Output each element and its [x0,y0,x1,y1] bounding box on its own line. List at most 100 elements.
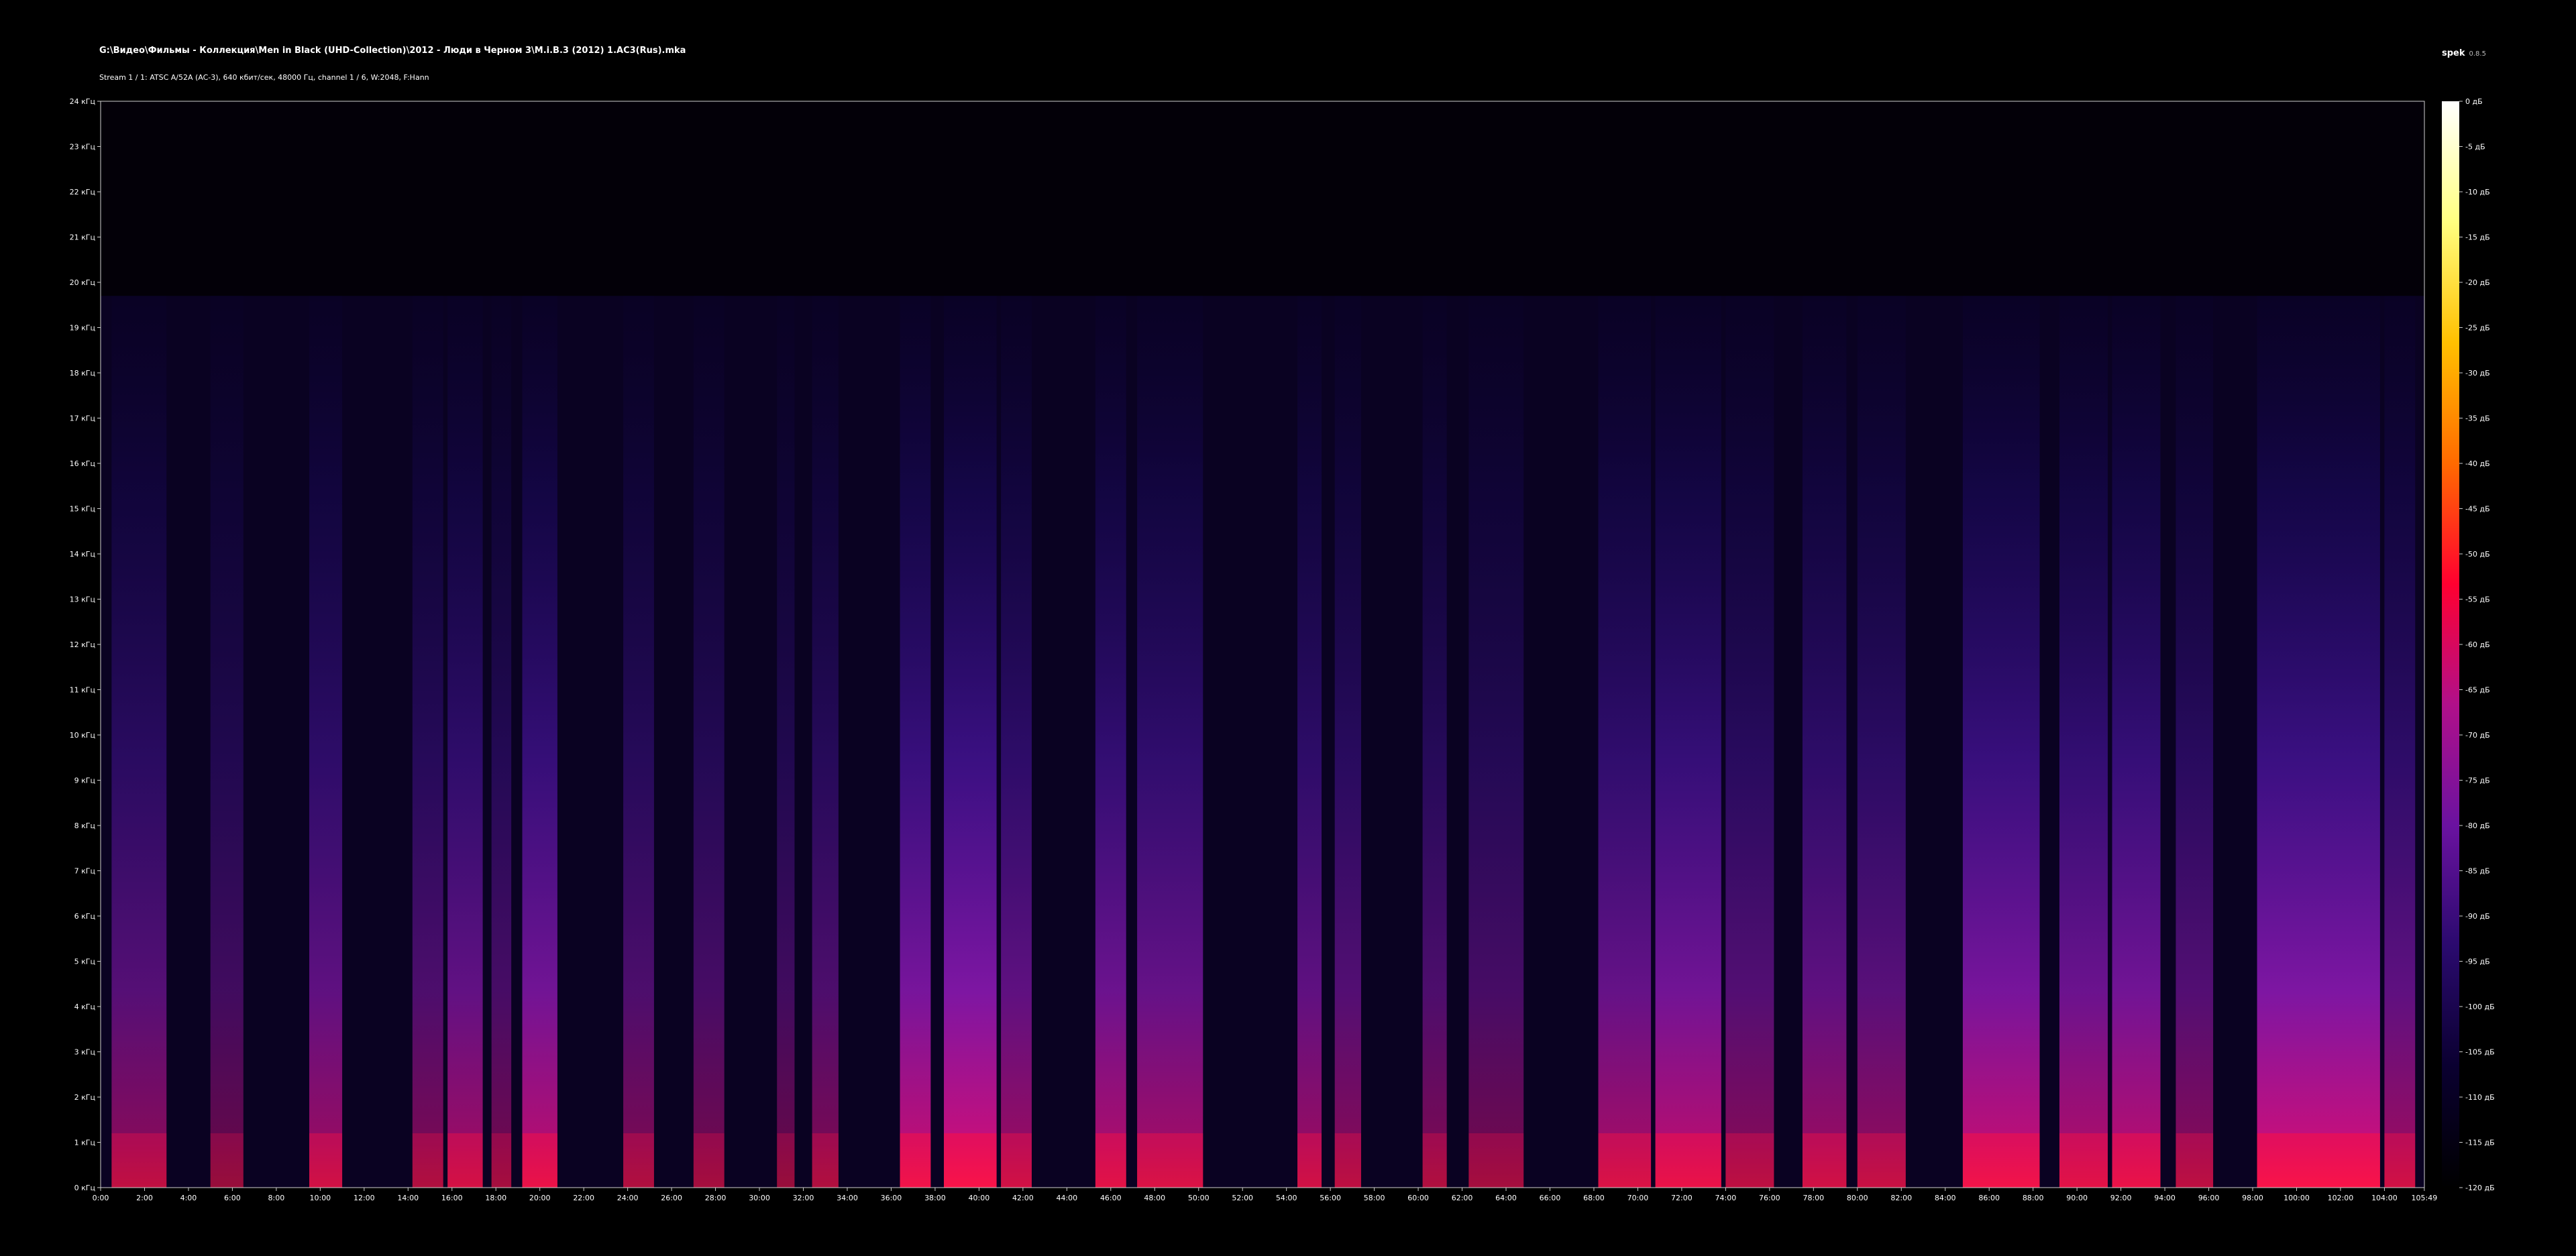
spectrogram-band [812,296,839,1188]
y-tick-label: 24 кГц [70,97,95,106]
spectrogram-band [1297,296,1322,1188]
colorbar-tick-label: 0 дБ [2465,97,2483,106]
x-tick-label: 0:00 [93,1194,109,1202]
x-tick-label: 2:00 [136,1194,153,1202]
x-tick-label: 68:00 [1583,1194,1605,1202]
x-tick-label: 10:00 [309,1194,331,1202]
spectrogram-band [777,296,795,1188]
x-tick-label: 62:00 [1452,1194,1473,1202]
y-tick-label: 15 кГц [70,505,95,514]
spectrogram-band [447,296,483,1188]
y-tick-label: 22 кГц [70,188,95,196]
x-tick-label: 28:00 [705,1194,727,1202]
y-tick-label: 20 кГц [70,278,95,287]
colorbar-tick-label: -30 дБ [2465,369,2490,378]
spectrogram-band [1095,296,1126,1188]
spectrogram-band [1655,296,1721,1188]
x-tick-label: 8:00 [268,1194,285,1202]
colorbar-tick-label: -110 дБ [2465,1093,2495,1102]
y-tick-label: 1 кГц [74,1139,95,1147]
spectrogram-band [1422,296,1447,1188]
x-tick-label: 42:00 [1012,1194,1034,1202]
spectrogram-band [1137,296,1203,1188]
spectrogram-band-base [812,1133,839,1188]
y-tick-label: 19 кГц [70,324,95,333]
colorbar-tick-label: -80 дБ [2465,821,2490,830]
spectrogram-band [2112,296,2161,1188]
spectrogram-band [2257,296,2380,1188]
x-tick-label: 34:00 [837,1194,858,1202]
colorbar-tick-label: -120 дБ [2465,1184,2495,1192]
colorbar-tick-label: -100 дБ [2465,1003,2495,1011]
y-tick-label: 12 кГц [70,640,95,649]
colorbar-tick-label: -40 дБ [2465,459,2490,468]
spectrogram-band-base [2112,1133,2161,1188]
spectrogram-band-base [2059,1133,2108,1188]
x-tick-label: 60:00 [1407,1194,1429,1202]
x-tick-label: 72:00 [1671,1194,1693,1202]
spectrogram-band [1962,296,2040,1188]
spectrogram-band-base [1802,1133,1847,1188]
spectrogram-band-base [2384,1133,2416,1188]
y-tick-label: 16 кГц [70,459,95,468]
colorbar-tick-label: -60 дБ [2465,640,2490,649]
spectrogram-band [522,296,557,1188]
x-tick-label: 58:00 [1364,1194,1385,1202]
colorbar-tick-label: -35 дБ [2465,414,2490,423]
x-tick-label: 80:00 [1847,1194,1868,1202]
frequency-axis: 0 кГц 1 кГц 2 кГц 3 кГц 4 кГц 5 кГц 6 кГц 7 кГц… [70,97,101,1192]
x-tick-label: 74:00 [1715,1194,1737,1202]
x-tick-label: 20:00 [529,1194,551,1202]
y-tick-label: 0 кГц [74,1184,95,1192]
spectrogram-band-base [1598,1133,1652,1188]
colorbar-tick-label: -5 дБ [2465,143,2485,152]
x-tick-label: 105:49 [2412,1194,2438,1202]
y-tick-label: 4 кГц [74,1003,95,1011]
x-tick-label: 24:00 [617,1194,639,1202]
colorbar-tick-label: -50 дБ [2465,550,2490,559]
y-tick-label: 8 кГц [74,821,95,830]
x-tick-label: 84:00 [1935,1194,1956,1202]
x-tick-label: 88:00 [2023,1194,2044,1202]
spectrogram-band [2059,296,2108,1188]
colorbar-tick-label: -55 дБ [2465,595,2490,604]
colorbar-tick-label: -75 дБ [2465,777,2490,785]
spectrogram-band-base [1468,1133,1524,1188]
y-tick-label: 14 кГц [70,550,95,559]
spectrogram-band-base [412,1133,443,1188]
x-tick-label: 36:00 [881,1194,902,1202]
x-tick-label: 14:00 [397,1194,419,1202]
y-tick-label: 13 кГц [70,595,95,604]
x-tick-label: 40:00 [969,1194,990,1202]
colorbar-tick-label: -20 дБ [2465,278,2490,287]
spectrogram-band-base [1095,1133,1126,1188]
spectrogram-band [623,296,654,1188]
spectrogram-band-base [491,1133,512,1188]
y-tick-label: 10 кГц [70,731,95,740]
colorbar-tick-label: -65 дБ [2465,686,2490,695]
y-tick-label: 21 кГц [70,233,95,242]
x-tick-label: 38:00 [924,1194,946,1202]
spectrogram-band-base [900,1133,931,1188]
y-tick-label: 6 кГц [74,912,95,921]
y-tick-label: 5 кГц [74,958,95,966]
x-tick-label: 6:00 [224,1194,241,1202]
spectrogram-band-base [777,1133,795,1188]
spectrogram-band-base [1725,1133,1774,1188]
x-tick-label: 22:00 [573,1194,594,1202]
spectrogram-band [1468,296,1524,1188]
y-tick-label: 2 кГц [74,1093,95,1102]
decibel-colorbar: 0 дБ -5 дБ -10 дБ -15 дБ -20 дБ -25 дБ -30 дБ -… [2442,97,2495,1192]
spectrogram-band [1334,296,1361,1188]
x-tick-label: 64:00 [1495,1194,1517,1202]
x-tick-label: 46:00 [1100,1194,1122,1202]
y-tick-label: 3 кГц [74,1048,95,1057]
colorbar-tick-label: -85 дБ [2465,867,2490,876]
x-tick-label: 100:00 [2284,1194,2310,1202]
spectrogram-band [1725,296,1774,1188]
y-tick-label: 9 кГц [74,777,95,785]
y-tick-label: 23 кГц [70,143,95,152]
x-tick-label: 32:00 [793,1194,814,1202]
x-tick-label: 26:00 [661,1194,682,1202]
x-tick-label: 78:00 [1803,1194,1824,1202]
